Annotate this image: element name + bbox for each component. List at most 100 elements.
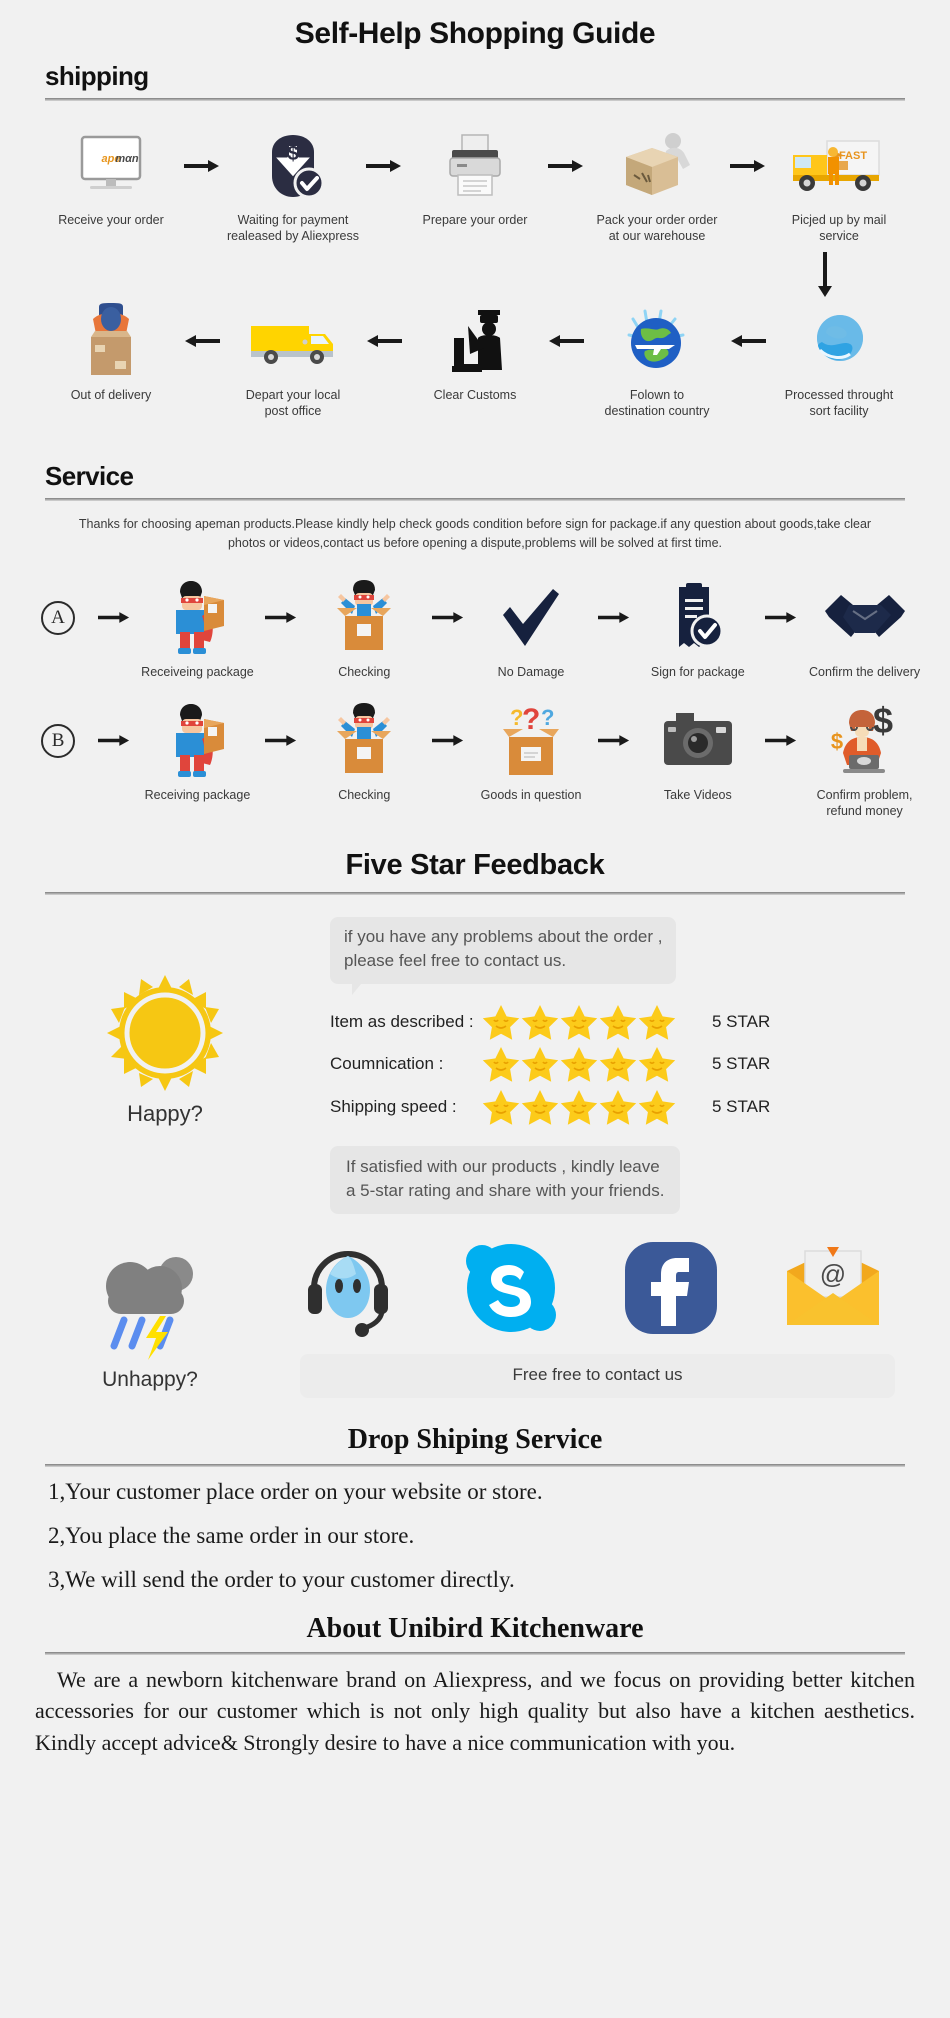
about-heading: About Unibird Kitchenware (306, 1613, 644, 1645)
star-icon (482, 1089, 520, 1125)
rating-label: Coumnication : (330, 1053, 444, 1073)
list-item: 2,You place the same order in our store. (48, 1523, 415, 1549)
arrow-right-icon (758, 579, 804, 657)
arrow-left-icon (361, 302, 407, 380)
rating-row: Shipping speed : 5 STAR (330, 1088, 895, 1126)
shipping-step: Prepare your order (407, 127, 543, 228)
sun-icon (107, 974, 223, 1091)
rating-value: 5 STAR (712, 1096, 771, 1116)
arrow-right-icon (91, 579, 137, 657)
list-item: 3,We will send the order to your custome… (48, 1567, 515, 1593)
circle-letter-badge: A (41, 600, 76, 635)
star-rating (482, 1088, 700, 1126)
shipping-step: Depart your local post office (225, 302, 361, 419)
svg-text:FAST: FAST (839, 150, 867, 162)
shipping-flow-row-2: Out of delivery Depart your local post o… (0, 302, 950, 419)
service-step: Take Videos (637, 702, 758, 803)
about-body: We are a newborn kitchenware brand on Al… (35, 1667, 915, 1755)
list-item: 1,Your customer place order on your webs… (48, 1479, 543, 1505)
service-step-caption: Confirm problem, refund money (816, 787, 913, 818)
happy-label: Happy? (127, 1100, 203, 1126)
service-step: Checking (304, 702, 425, 803)
social-icons-row: @ (300, 1238, 895, 1338)
shipping-heading: shipping (45, 61, 149, 91)
arrow-down-wrap (0, 252, 950, 298)
customs-officer-icon (442, 302, 508, 380)
rating-value: 5 STAR (712, 1053, 771, 1073)
worker-packing-box-icon (618, 127, 696, 205)
star-icon (599, 1046, 637, 1082)
divider (45, 98, 905, 101)
service-note: Thanks for choosing apeman products.Plea… (78, 517, 872, 550)
star-icon (599, 1089, 637, 1125)
star-icon (638, 1089, 676, 1125)
shipping-step: Folown to destination country (589, 302, 725, 419)
service-step: Receiveing package (137, 579, 258, 680)
about-section-header: About Unibird Kitchenware (0, 1611, 950, 1656)
contact-block: Unhappy? @ Free free to contact us (0, 1214, 950, 1399)
happy-block: Happy? (0, 917, 330, 1127)
facebook-icon[interactable] (625, 1242, 718, 1335)
feedback-details: if you have any problems about the order… (330, 916, 950, 1215)
shipping-step: Clear Customs (407, 302, 543, 403)
service-step: ? ? ? Goods in question (471, 702, 592, 803)
shipping-step: FAST Picjed up by mail service (771, 127, 907, 244)
svg-text:$: $ (873, 703, 893, 741)
shipping-step: Processed throught sort facility (771, 302, 907, 419)
service-row-label-a: A (25, 579, 91, 657)
dropshipping-list: 1,Your customer place order on your webs… (0, 1467, 950, 1593)
fast-delivery-truck-icon: FAST (787, 127, 891, 205)
arrow-left-icon (179, 302, 225, 380)
arrow-right-icon (758, 702, 804, 780)
star-icon (560, 1004, 598, 1040)
arrow-right-icon (591, 702, 637, 780)
blue-globe-sort-icon (808, 302, 870, 380)
checkmark-icon (501, 579, 561, 657)
service-row-label-b: B (25, 702, 91, 780)
star-icon (599, 1004, 637, 1040)
printer-icon (444, 127, 506, 205)
svg-text:?: ? (541, 705, 554, 730)
star-icon (638, 1046, 676, 1082)
shipping-step-caption: Processed throught sort facility (784, 388, 894, 418)
circle-letter-badge: B (41, 723, 76, 758)
svg-text:mαn: mαn (115, 153, 139, 165)
svg-text:$: $ (830, 729, 842, 754)
service-step-caption: No Damage (497, 664, 565, 679)
arrow-right-icon (258, 702, 304, 780)
camera-icon (662, 702, 734, 780)
arrow-left-icon (725, 302, 771, 380)
star-rating (482, 1046, 700, 1082)
agent-refund-icon: $ $ (827, 702, 903, 780)
arrow-right-icon (91, 702, 137, 780)
unhappy-label: Unhappy? (102, 1368, 198, 1392)
sign-document-icon (669, 579, 727, 657)
unhappy-block: Unhappy? (0, 1238, 300, 1392)
arrow-down-icon (818, 252, 832, 297)
rating-value: 5 STAR (712, 1011, 771, 1031)
service-step: $ $ Confirm problem, refund money (804, 702, 925, 819)
yellow-van-icon (247, 302, 339, 380)
service-step-caption: Checking (338, 787, 391, 802)
service-step: Checking (304, 579, 425, 680)
box-question-marks-icon: ? ? ? (497, 702, 565, 780)
headset-support-icon[interactable] (300, 1238, 396, 1338)
globe-airplane-icon (621, 302, 693, 380)
shipping-step: ape mαn Receive your order (43, 127, 179, 228)
svg-text:?: ? (522, 703, 540, 736)
arrow-right-icon (543, 127, 589, 205)
social-block: @ Free free to contact us (300, 1238, 950, 1399)
shipping-step: $ Waiting for payment realeased by Aliex… (225, 127, 361, 244)
arrow-right-icon (258, 579, 304, 657)
star-icon (560, 1089, 598, 1125)
hero-holding-package-icon (166, 702, 228, 780)
shipping-step-caption: Out of delivery (70, 388, 152, 402)
star-icon (521, 1004, 559, 1040)
handshake-icon (823, 579, 907, 657)
service-step-caption: Confirm the delivery (809, 664, 921, 679)
skype-icon[interactable] (462, 1239, 560, 1337)
service-step-caption: Receiveing package (141, 664, 254, 679)
service-step: Confirm the delivery (804, 579, 925, 680)
contact-us-bar[interactable]: Free free to contact us (300, 1354, 895, 1399)
email-at-envelope-icon[interactable]: @ (783, 1245, 883, 1331)
